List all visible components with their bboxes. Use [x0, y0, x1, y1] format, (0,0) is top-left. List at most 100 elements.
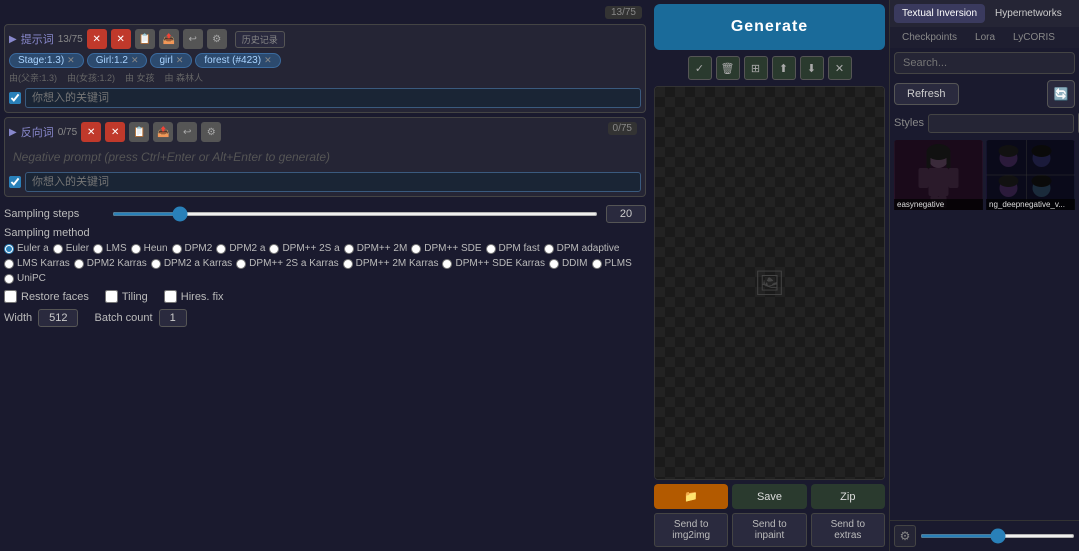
export-positive-btn[interactable]: 📤 [159, 29, 179, 49]
method-lmskarras[interactable]: LMS Karras [4, 258, 70, 269]
zoom-slider[interactable] [920, 534, 1075, 538]
refresh-row: Refresh 🔄 [890, 78, 1079, 110]
neg-counter: 0/75 [608, 122, 637, 135]
tiling-checkbox[interactable]: Tiling [105, 290, 148, 303]
send-to-inpaint-btn[interactable]: Send to inpaint [732, 513, 806, 547]
placeholder-image-icon: 🖼 [754, 269, 784, 298]
token-forest[interactable]: forest (#423) ✕ [195, 53, 280, 68]
restore-faces-checkbox[interactable]: Restore faces [4, 290, 89, 303]
method-dpm2m[interactable]: DPM++ 2M [344, 243, 408, 254]
thumbnail-2[interactable]: ng_deepnegative_v... [986, 140, 1075, 516]
search-input[interactable] [894, 52, 1075, 74]
positive-prompt-checkbox[interactable] [9, 92, 21, 104]
delete-negative-btn[interactable]: ✕ [105, 122, 125, 142]
undo-negative-btn[interactable]: ↩ [177, 122, 197, 142]
undo-positive-btn[interactable]: ↩ [183, 29, 203, 49]
method-ddim[interactable]: DDIM [549, 258, 588, 269]
token-girl[interactable]: girl ✕ [150, 53, 192, 68]
hires-fix-checkbox[interactable]: Hires. fix [164, 290, 224, 303]
styles-label: Styles [894, 117, 924, 129]
zip-button[interactable]: Zip [811, 484, 885, 509]
checkpoints-tab[interactable]: Checkpoints [894, 29, 965, 46]
thumb-label-1: easynegative [894, 199, 983, 210]
send-to-img2img-btn[interactable]: Send to img2img [654, 513, 728, 547]
method-dpm2a[interactable]: DPM2 a [216, 243, 265, 254]
sub-stage: 由(父亲:1.3) [9, 71, 57, 84]
hypernetworks-tab[interactable]: Hypernetworks [987, 4, 1070, 23]
refresh-icon-btn[interactable]: 🔄 [1047, 80, 1075, 108]
x-icon-btn[interactable]: ✕ [828, 56, 852, 80]
thumbnail-1[interactable]: easynegative [894, 140, 983, 516]
steps-value: 20 [606, 205, 646, 223]
settings-positive-btn[interactable]: ⚙ [207, 29, 227, 49]
method-dpm2sa[interactable]: DPM++ 2S a [269, 243, 339, 254]
up-icon-btn[interactable]: ⬆ [772, 56, 796, 80]
negative-prompt-input[interactable] [25, 172, 641, 192]
save-button[interactable]: Save [732, 484, 806, 509]
output-area: Generate ✓ 🗑 ⊞ ⬆ ⬇ ✕ 🖼 📁 Save Zip [650, 0, 889, 551]
token-girl12[interactable]: Girl:1.2 ✕ [87, 53, 148, 68]
steps-slider[interactable] [112, 212, 598, 216]
negative-prompt-checkbox[interactable] [9, 176, 21, 188]
generate-button[interactable]: Generate [654, 4, 885, 50]
negative-prompt-box: 0/75 ▶ 反向词 0/75 ✕ ✕ 📋 📤 ↩ ⚙ Negative pro… [4, 117, 646, 197]
method-dpmsdekarras[interactable]: DPM++ SDE Karras [442, 258, 544, 269]
negative-prompt-label: 反向词 [21, 124, 54, 140]
folder-button[interactable]: 📁 [654, 484, 728, 509]
method-dpmsde[interactable]: DPM++ SDE [411, 243, 481, 254]
method-plms[interactable]: PLMS [592, 258, 632, 269]
method-dpm2akarras[interactable]: DPM2 a Karras [151, 258, 232, 269]
positive-prompt-input[interactable] [25, 88, 641, 108]
trash-icon-btn[interactable]: 🗑 [716, 56, 740, 80]
quick-actions-row: ✓ 🗑 ⊞ ⬆ ⬇ ✕ [654, 56, 885, 80]
method-lms[interactable]: LMS [93, 243, 127, 254]
clear-positive-btn[interactable]: ✕ [87, 29, 107, 49]
method-dpm2mkarras[interactable]: DPM++ 2M Karras [343, 258, 439, 269]
right-tabs: Textual Inversion Hypernetworks [890, 0, 1079, 27]
settings-gear-icon[interactable]: ⚙ [894, 525, 916, 547]
delete-positive-btn[interactable]: ✕ [111, 29, 131, 49]
sub-girl12: 由(女孩:1.2) [67, 71, 115, 84]
method-dpmadaptive[interactable]: DPM adaptive [544, 243, 620, 254]
neg-prompt-placeholder: Negative prompt (press Ctrl+Enter or Alt… [9, 146, 641, 168]
batch-count-value: 1 [159, 309, 187, 327]
method-dpm2karras[interactable]: DPM2 Karras [74, 258, 147, 269]
method-dpm2sakarras[interactable]: DPM++ 2S a Karras [236, 258, 338, 269]
copy-positive-btn[interactable]: 📋 [135, 29, 155, 49]
check-icon-btn[interactable]: ✓ [688, 56, 712, 80]
negative-prompt-counter: 0/75 [58, 127, 77, 138]
method-euler-a[interactable]: Euler a [4, 243, 49, 254]
copy-negative-btn[interactable]: 📋 [129, 122, 149, 142]
width-value: 512 [38, 309, 78, 327]
send-to-extras-btn[interactable]: Send to extras [811, 513, 885, 547]
token-stage[interactable]: Stage:1.3) ✕ [9, 53, 84, 68]
sub-tabs: Checkpoints Lora LyCORIS [890, 27, 1079, 48]
expand-icon: ▶ [9, 34, 17, 45]
lora-tab[interactable]: Lora [967, 29, 1003, 46]
image-canvas: 🖼 [654, 86, 885, 480]
history-trigger[interactable]: 历史记录 [235, 31, 285, 48]
styles-input[interactable] [928, 114, 1074, 133]
refresh-button[interactable]: Refresh [894, 83, 959, 105]
method-heun[interactable]: Heun [131, 243, 168, 254]
positive-prompt-box: ▶ 提示词 13/75 ✕ ✕ 📋 📤 ↩ ⚙ 历史记录 [4, 24, 646, 113]
dimensions-row: Width 512 Batch count 1 [4, 309, 646, 327]
method-dpm2[interactable]: DPM2 [172, 243, 213, 254]
export-negative-btn[interactable]: 📤 [153, 122, 173, 142]
thumbnail-grid: easynegative [890, 136, 1079, 520]
method-unipc[interactable]: UniPC [4, 273, 46, 284]
checkboxes-row: Restore faces Tiling Hires. fix [4, 290, 646, 303]
bottom-controls: ⚙ [890, 520, 1079, 551]
down-icon-btn[interactable]: ⬇ [800, 56, 824, 80]
sub-girl: 由 女孩 [125, 71, 155, 84]
textual-inversion-tab[interactable]: Textual Inversion [894, 4, 985, 23]
method-dpmfast[interactable]: DPM fast [486, 243, 540, 254]
method-label: Sampling method [4, 227, 646, 239]
right-panel: Textual Inversion Hypernetworks Checkpoi… [889, 0, 1079, 551]
settings-negative-btn[interactable]: ⚙ [201, 122, 221, 142]
grid-icon-btn[interactable]: ⊞ [744, 56, 768, 80]
method-euler[interactable]: Euler [53, 243, 89, 254]
sub-forest: 由 森林人 [165, 71, 204, 84]
clear-negative-btn[interactable]: ✕ [81, 122, 101, 142]
lycoris-tab[interactable]: LyCORIS [1005, 29, 1063, 46]
